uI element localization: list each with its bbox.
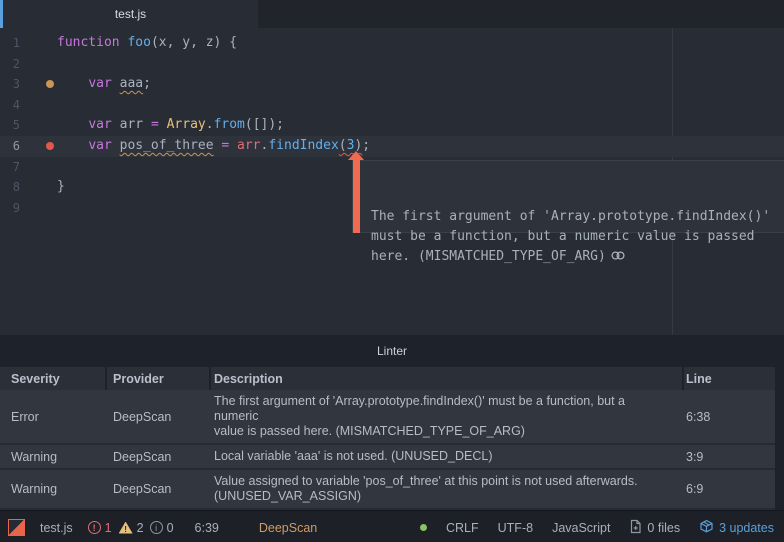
- encoding[interactable]: UTF-8: [498, 521, 533, 535]
- col-header-severity[interactable]: Severity: [0, 367, 105, 390]
- file-plus-icon: [629, 519, 642, 537]
- package-icon: [699, 519, 714, 536]
- server-status-icon[interactable]: [419, 524, 427, 531]
- files-indicator[interactable]: 0 files: [629, 519, 680, 537]
- cell-description: Value assigned to variable 'pos_of_three…: [214, 474, 638, 503]
- col-header-line[interactable]: Line: [684, 367, 775, 390]
- cursor-position[interactable]: 6:39: [195, 521, 219, 535]
- cell-line: 6:9: [686, 482, 704, 496]
- deepscan-logo-icon[interactable]: [8, 519, 25, 536]
- lint-error-tooltip: The first argument of 'Array.prototype.f…: [348, 151, 784, 264]
- cell-line: 3:9: [686, 449, 704, 464]
- line-number[interactable]: 1: [0, 33, 20, 54]
- line-number[interactable]: 2: [0, 54, 20, 75]
- code-text: var arr = Array.from([]);: [88, 117, 285, 133]
- code-line-1[interactable]: 1 function foo(x, y, z) {: [0, 33, 784, 54]
- tab-label: test.js: [114, 7, 147, 21]
- info-count: 0: [166, 520, 174, 535]
- error-marker-icon[interactable]: [46, 141, 54, 150]
- tab-bar: test.js: [0, 0, 784, 28]
- status-filename[interactable]: test.js: [40, 521, 73, 535]
- error-count-icon: !: [87, 521, 101, 534]
- code-text: var pos_of_three = arr.findIndex(3);: [88, 137, 371, 153]
- files-count: 0 files: [647, 520, 681, 535]
- line-number[interactable]: 5: [0, 115, 20, 136]
- warning-count: 2: [136, 520, 144, 535]
- deepscan-status[interactable]: DeepScan: [259, 521, 317, 535]
- col-header-description[interactable]: Description: [211, 367, 682, 390]
- line-number[interactable]: 4: [0, 95, 20, 116]
- cell-line: 6:38: [686, 409, 711, 424]
- code-editor[interactable]: 1 function foo(x, y, z) {2 3 var aaa; 4 5 va…: [0, 28, 784, 335]
- linter-table: Severity Provider Description Line Error…: [0, 367, 784, 510]
- cell-severity: Warning: [11, 482, 58, 496]
- warning-marker-icon[interactable]: [46, 80, 54, 89]
- cell-provider: DeepScan: [113, 409, 172, 424]
- updates-count: 3 updates: [719, 520, 774, 535]
- cell-provider: DeepScan: [113, 482, 172, 496]
- code-line-4[interactable]: 4: [0, 95, 784, 116]
- cell-description: Local variable 'aaa' is not used. (UNUSE…: [214, 449, 493, 463]
- code-line-6[interactable]: 6 var pos_of_three = arr.findIndex(3);: [0, 135, 784, 157]
- tooltip-arrow-icon: [348, 151, 364, 160]
- linter-title-label: Linter: [376, 344, 408, 358]
- line-number[interactable]: 8: [0, 177, 20, 198]
- code-text: }: [57, 179, 65, 195]
- language-mode[interactable]: JavaScript: [552, 521, 610, 535]
- linter-panel-title: Linter: [0, 335, 784, 367]
- tooltip-text: The first argument of 'Array.prototype.f…: [371, 209, 771, 264]
- code-line-5[interactable]: 5 var arr = Array.from([]);: [0, 115, 784, 136]
- table-row[interactable]: Warning DeepScan Local variable 'aaa' is n…: [0, 445, 775, 470]
- table-row[interactable]: Warning DeepScan Value assigned to variabl…: [0, 470, 775, 510]
- cell-severity: Error: [11, 409, 39, 424]
- status-bar: test.js ! 1 ! 2 i 0 6:39 DeepScan CRLF U…: [0, 510, 784, 542]
- rule-link-icon[interactable]: [611, 248, 625, 268]
- code-text: function foo(x, y, z) {: [57, 35, 238, 50]
- line-number[interactable]: 9: [0, 198, 20, 219]
- code-line-2[interactable]: 2: [0, 54, 784, 75]
- tooltip-severity-bar: [348, 151, 364, 233]
- updates-indicator[interactable]: 3 updates: [699, 519, 774, 536]
- cell-provider: DeepScan: [113, 449, 172, 464]
- problem-counts[interactable]: ! 1 ! 2 i 0: [87, 520, 174, 535]
- line-number[interactable]: 3: [0, 74, 20, 95]
- line-number[interactable]: 7: [0, 157, 20, 178]
- cell-severity: Warning: [11, 449, 58, 464]
- line-number[interactable]: 6: [0, 136, 20, 157]
- tab-testjs[interactable]: test.js: [0, 0, 258, 28]
- table-row[interactable]: Error DeepScan The first argument of 'Arra…: [0, 390, 775, 445]
- info-count-icon: i: [149, 521, 163, 534]
- code-line-3[interactable]: 3 var aaa;: [0, 74, 784, 95]
- cell-description: The first argument of 'Array.prototype.f…: [214, 394, 625, 438]
- linter-table-header: Severity Provider Description Line: [0, 367, 775, 390]
- warning-count-icon: !: [118, 521, 133, 534]
- line-ending[interactable]: CRLF: [446, 521, 479, 535]
- code-text: var aaa;: [88, 76, 151, 92]
- error-count: 1: [104, 520, 112, 535]
- col-header-provider[interactable]: Provider: [107, 367, 209, 390]
